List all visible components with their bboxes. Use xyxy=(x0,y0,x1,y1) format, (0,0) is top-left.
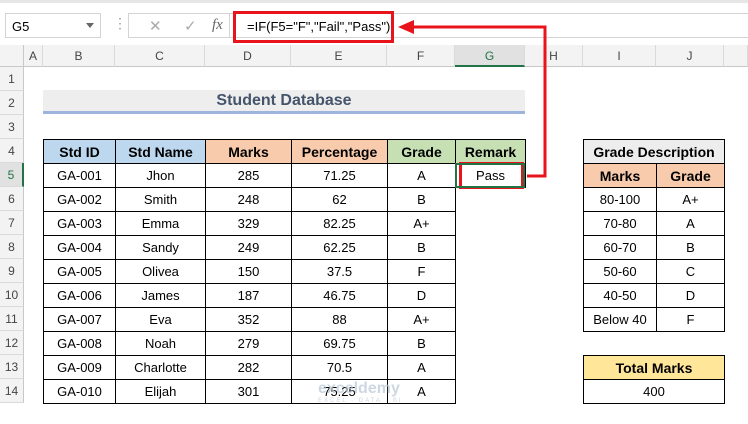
arrow-line xyxy=(410,25,547,178)
arrow-connector xyxy=(398,20,547,178)
watermark-tagline: EXCEL · DATA · BI xyxy=(318,398,403,404)
arrow-head-icon xyxy=(398,20,414,34)
watermark-name: exceldemy xyxy=(318,380,400,397)
watermark-logo: exceldemy EXCEL · DATA · BI xyxy=(318,380,403,404)
